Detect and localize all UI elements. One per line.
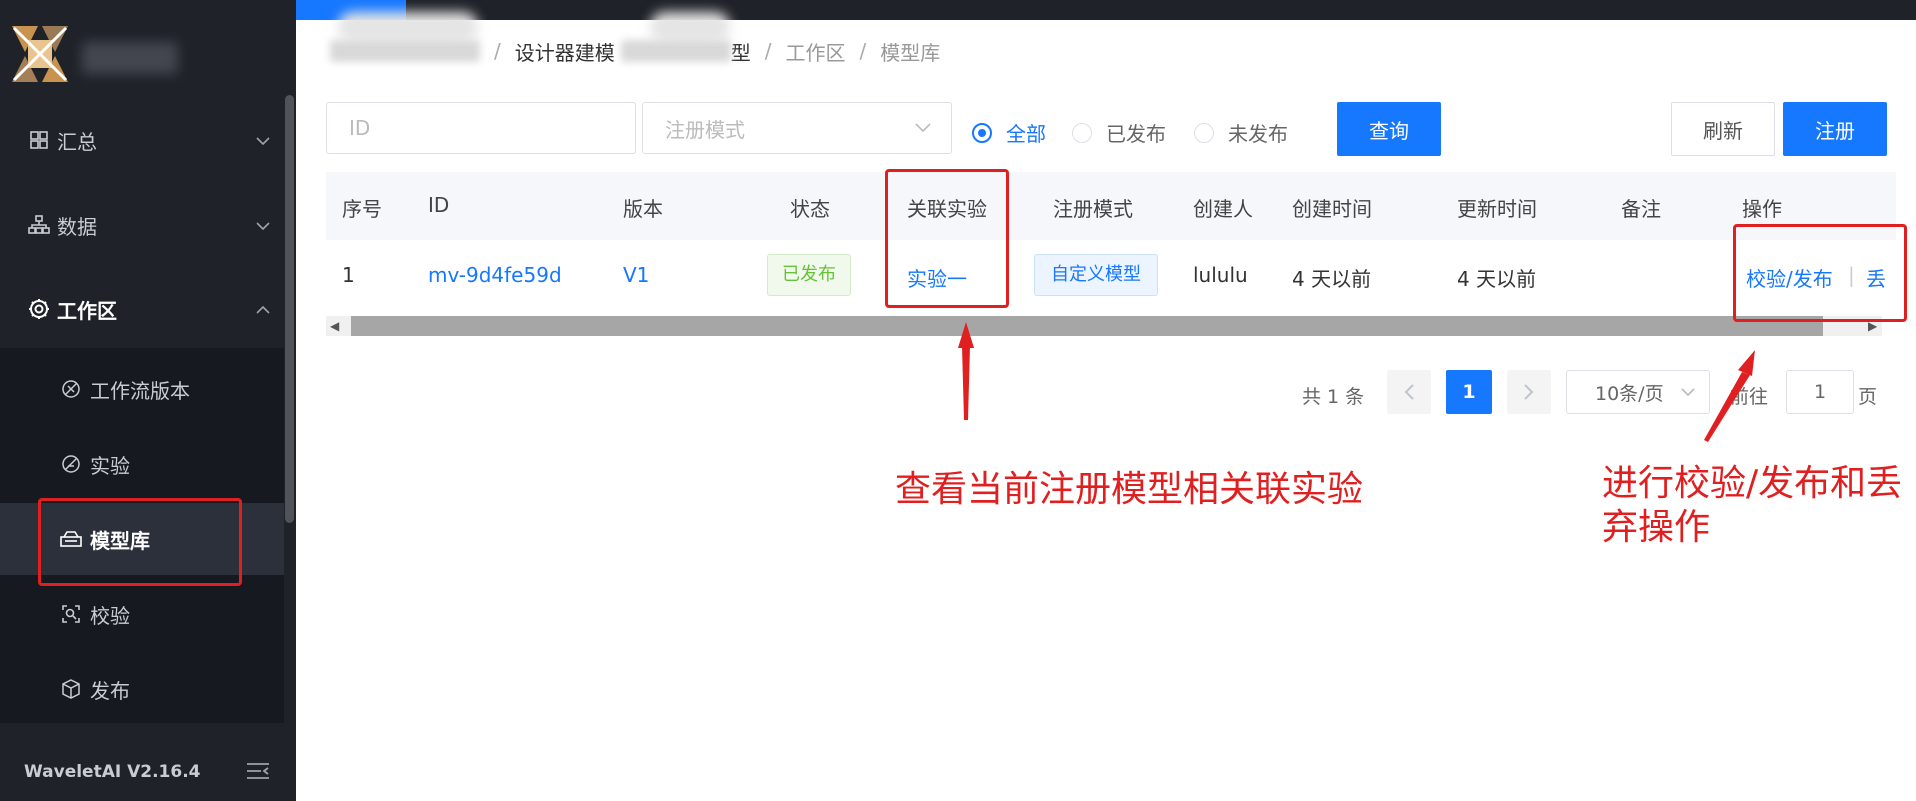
annotation-action-note-line1: 进行校验/发布和丢 [1602, 463, 1903, 504]
arrow-to-actions [1704, 350, 1755, 442]
annotation-action-note-line2: 弃操作 [1602, 507, 1711, 548]
annotation-experiment-note: 查看当前注册模型相关联实验 [895, 469, 1364, 510]
annotation-arrows [958, 322, 1755, 442]
arrow-to-experiment [958, 322, 974, 420]
